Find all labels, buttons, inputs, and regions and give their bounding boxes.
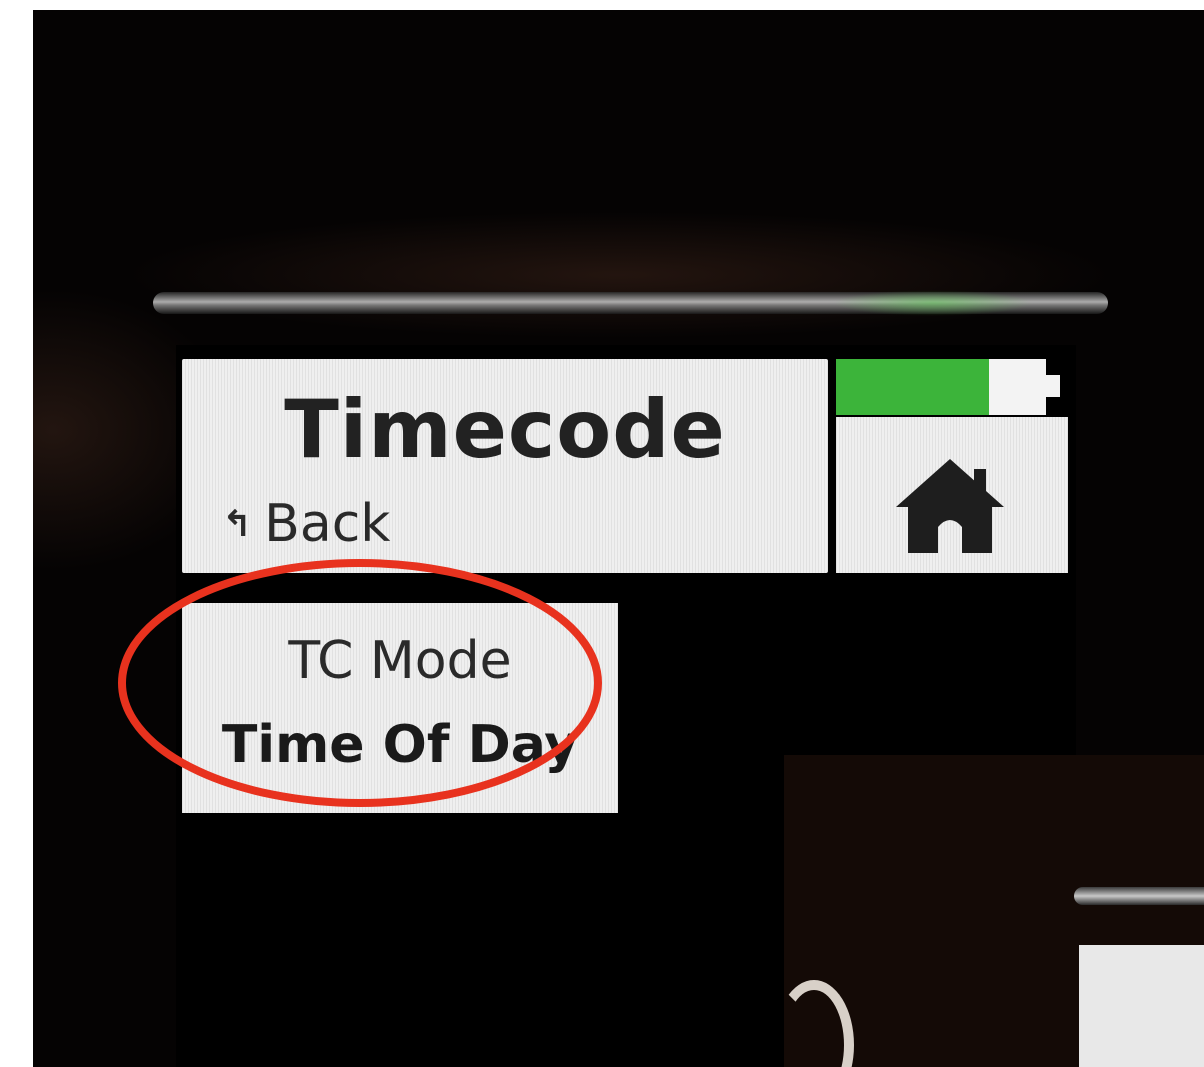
adjacent-device-bezel (1074, 887, 1204, 905)
highlight-annotation (118, 559, 602, 807)
adjacent-device-screen (1079, 945, 1204, 1067)
battery-level-fill (836, 359, 990, 415)
header-panel[interactable]: Timecode ↰ Back (182, 359, 828, 573)
return-arrow-icon: ↰ (222, 503, 253, 545)
battery-body (836, 359, 1046, 415)
page-title: Timecode (284, 383, 726, 476)
photo-background: Timecode ↰ Back TC Mode Time Of Day (33, 10, 1204, 1067)
battery-indicator (836, 359, 1066, 415)
home-icon (896, 459, 1004, 553)
adjacent-device (774, 755, 1204, 1067)
home-button[interactable] (836, 417, 1068, 573)
status-led-glow (833, 290, 1033, 316)
battery-tip (1046, 375, 1060, 397)
back-button[interactable]: ↰ Back (222, 494, 390, 554)
control-knob (774, 980, 854, 1067)
back-label: Back (264, 494, 391, 554)
